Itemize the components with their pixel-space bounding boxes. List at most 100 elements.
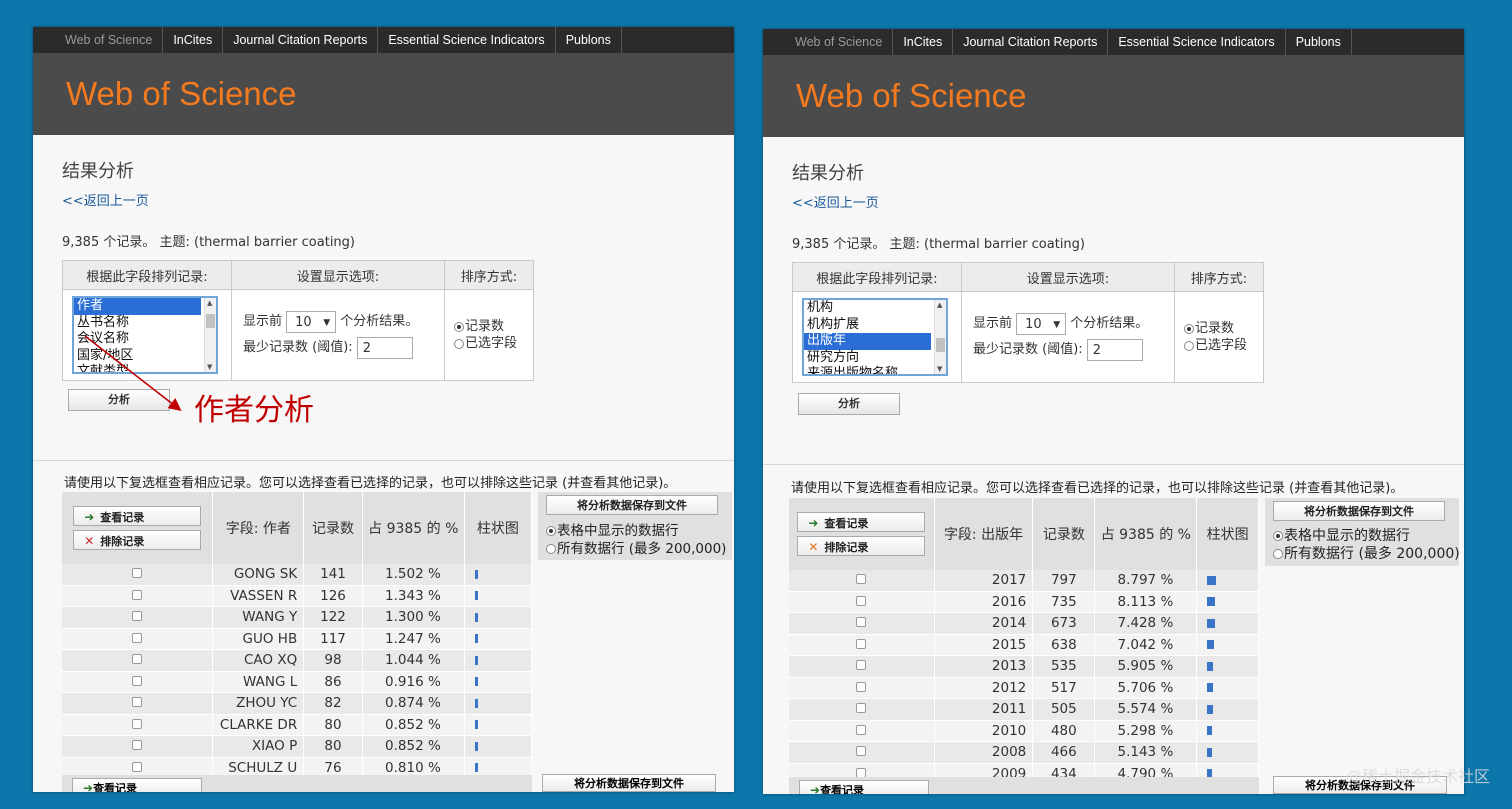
col-pct[interactable]: 占 9385 的 % <box>1094 498 1198 570</box>
col-field[interactable]: 字段: 出版年 <box>934 498 1034 570</box>
list-option[interactable]: 机构 <box>804 300 931 317</box>
nav-publons[interactable]: Publons <box>1286 29 1352 55</box>
nav-incites[interactable]: InCites <box>163 27 224 53</box>
row-field: 2014 <box>934 612 1034 635</box>
table-row[interactable]: WANG L 86 0.916 % <box>62 671 533 693</box>
save-shown-rows-radio[interactable] <box>1273 531 1283 541</box>
chevron-down-icon: ▼ <box>1053 319 1061 330</box>
row-checkbox[interactable] <box>856 660 867 671</box>
listbox-scrollbar[interactable]: ▲ ▼ <box>934 300 946 374</box>
table-row[interactable]: GUO HB 117 1.247 % <box>62 628 533 650</box>
save-all-rows-radio[interactable] <box>1273 549 1283 559</box>
save-to-file-button-bottom[interactable]: 将分析数据保存到文件 <box>542 774 716 792</box>
row-pct: 0.916 % <box>362 671 465 693</box>
view-records-button[interactable]: ➜ 查看记录 <box>73 506 202 526</box>
col-count[interactable]: 记录数 <box>303 492 363 564</box>
list-option[interactable]: 研究方向 <box>804 350 931 367</box>
row-checkbox[interactable] <box>856 724 867 735</box>
row-checkbox[interactable] <box>132 589 143 600</box>
table-row[interactable]: 2017 797 8.797 % <box>789 570 1259 592</box>
save-to-file-button[interactable]: 将分析数据保存到文件 <box>546 495 718 515</box>
scroll-down-icon[interactable]: ▼ <box>937 365 942 373</box>
row-checkbox[interactable] <box>856 617 867 628</box>
row-checkbox[interactable] <box>132 654 143 665</box>
table-row[interactable]: CAO XQ 98 1.044 % <box>62 649 533 672</box>
view-records-button[interactable]: ➜ 查看记录 <box>797 512 926 532</box>
row-field: 2011 <box>934 698 1034 721</box>
save-shown-rows-radio[interactable] <box>546 526 556 536</box>
nav-web-of-science[interactable]: Web of Science <box>763 29 894 55</box>
row-checkbox[interactable] <box>132 740 143 751</box>
exclude-records-button[interactable]: ✕ 排除记录 <box>797 536 926 556</box>
top-n-select[interactable]: 10 ▼ <box>1016 312 1067 335</box>
sort-by-records-radio[interactable] <box>1184 323 1194 334</box>
row-count: 98 <box>303 649 363 672</box>
field-listbox[interactable]: 机构 机构扩展 出版年 研究方向 来源出版物名称 ▲ ▼ <box>802 298 948 376</box>
min-records-input[interactable]: 2 <box>1086 338 1143 361</box>
row-checkbox[interactable] <box>856 746 867 757</box>
col-count[interactable]: 记录数 <box>1032 498 1096 570</box>
view-records-button-bottom[interactable]: ➜查看记录 <box>799 780 929 794</box>
list-option[interactable]: 来源出版物名称 <box>804 366 931 374</box>
save-to-file-button[interactable]: 将分析数据保存到文件 <box>1273 501 1445 521</box>
row-pct: 7.042 % <box>1094 634 1198 656</box>
row-checkbox[interactable] <box>132 718 143 729</box>
row-checkbox[interactable] <box>132 632 143 643</box>
nav-publons[interactable]: Publons <box>556 27 622 53</box>
row-checkbox[interactable] <box>132 675 143 686</box>
min-records-input[interactable]: 2 <box>356 336 413 359</box>
row-bar <box>1207 618 1216 628</box>
col-pct[interactable]: 占 9385 的 % <box>362 492 465 564</box>
scroll-thumb[interactable] <box>936 338 945 352</box>
nav-incites[interactable]: InCites <box>893 29 954 55</box>
table-row[interactable]: XIAO P 80 0.852 % <box>62 735 533 758</box>
row-checkbox[interactable] <box>132 568 143 579</box>
scroll-up-icon[interactable]: ▲ <box>937 301 942 309</box>
row-checkbox[interactable] <box>856 703 867 714</box>
row-checkbox[interactable] <box>856 574 867 585</box>
row-checkbox[interactable] <box>132 611 143 622</box>
table-row[interactable]: ZHOU YC 82 0.874 % <box>62 692 533 715</box>
exclude-records-button[interactable]: ✕ 排除记录 <box>73 530 202 550</box>
list-option[interactable]: 机构扩展 <box>804 317 931 334</box>
sort-by-field-radio[interactable] <box>1184 340 1194 351</box>
table-row[interactable]: 2012 517 5.706 % <box>789 677 1259 699</box>
row-field: WANG L <box>212 671 305 693</box>
save-all-rows-radio[interactable] <box>546 544 556 554</box>
table-row[interactable]: VASSEN R 126 1.343 % <box>62 585 533 607</box>
nav-esi[interactable]: Essential Science Indicators <box>1108 29 1286 55</box>
table-row[interactable]: 2014 673 7.428 % <box>789 612 1259 635</box>
table-row[interactable]: CLARKE DR 80 0.852 % <box>62 714 533 736</box>
row-checkbox[interactable] <box>856 595 867 606</box>
row-pct: 8.113 % <box>1094 591 1198 613</box>
row-checkbox[interactable] <box>132 697 143 708</box>
nav-jcr[interactable]: Journal Citation Reports <box>953 29 1109 55</box>
nav-esi[interactable]: Essential Science Indicators <box>378 27 556 53</box>
banner-title[interactable]: Web of Science <box>796 77 1027 115</box>
row-checkbox[interactable] <box>132 761 143 772</box>
sort-by-field-radio[interactable] <box>454 338 464 349</box>
row-bar <box>1207 704 1214 714</box>
analyze-button[interactable]: 分析 <box>798 393 900 415</box>
col-field[interactable]: 字段: 作者 <box>212 492 305 564</box>
nav-jcr[interactable]: Journal Citation Reports <box>223 27 379 53</box>
table-row[interactable]: 2015 638 7.042 % <box>789 634 1259 656</box>
table-row[interactable]: WANG Y 122 1.300 % <box>62 606 533 629</box>
back-link[interactable]: <<返回上一页 <box>792 192 879 211</box>
nav-web-of-science[interactable]: Web of Science <box>33 27 164 53</box>
banner-title[interactable]: Web of Science <box>66 75 297 113</box>
table-row[interactable]: 2008 466 5.143 % <box>789 741 1259 764</box>
view-records-button-bottom[interactable]: ➜查看记录 <box>72 778 202 792</box>
row-checkbox[interactable] <box>856 638 867 649</box>
table-row[interactable]: GONG SK 141 1.502 % <box>62 564 533 586</box>
row-checkbox[interactable] <box>856 681 867 692</box>
table-row[interactable]: 2016 735 8.113 % <box>789 591 1259 613</box>
sort-by-records-radio[interactable] <box>454 321 464 332</box>
table-row[interactable]: 2011 505 5.574 % <box>789 698 1259 721</box>
close-icon: ✕ <box>808 540 819 554</box>
top-n-select[interactable]: 10 ▼ <box>286 310 337 333</box>
row-count: 797 <box>1032 570 1096 592</box>
table-row[interactable]: 2010 480 5.298 % <box>789 720 1259 742</box>
table-row[interactable]: 2013 535 5.905 % <box>789 655 1259 678</box>
list-option[interactable]: 出版年 <box>804 333 931 350</box>
